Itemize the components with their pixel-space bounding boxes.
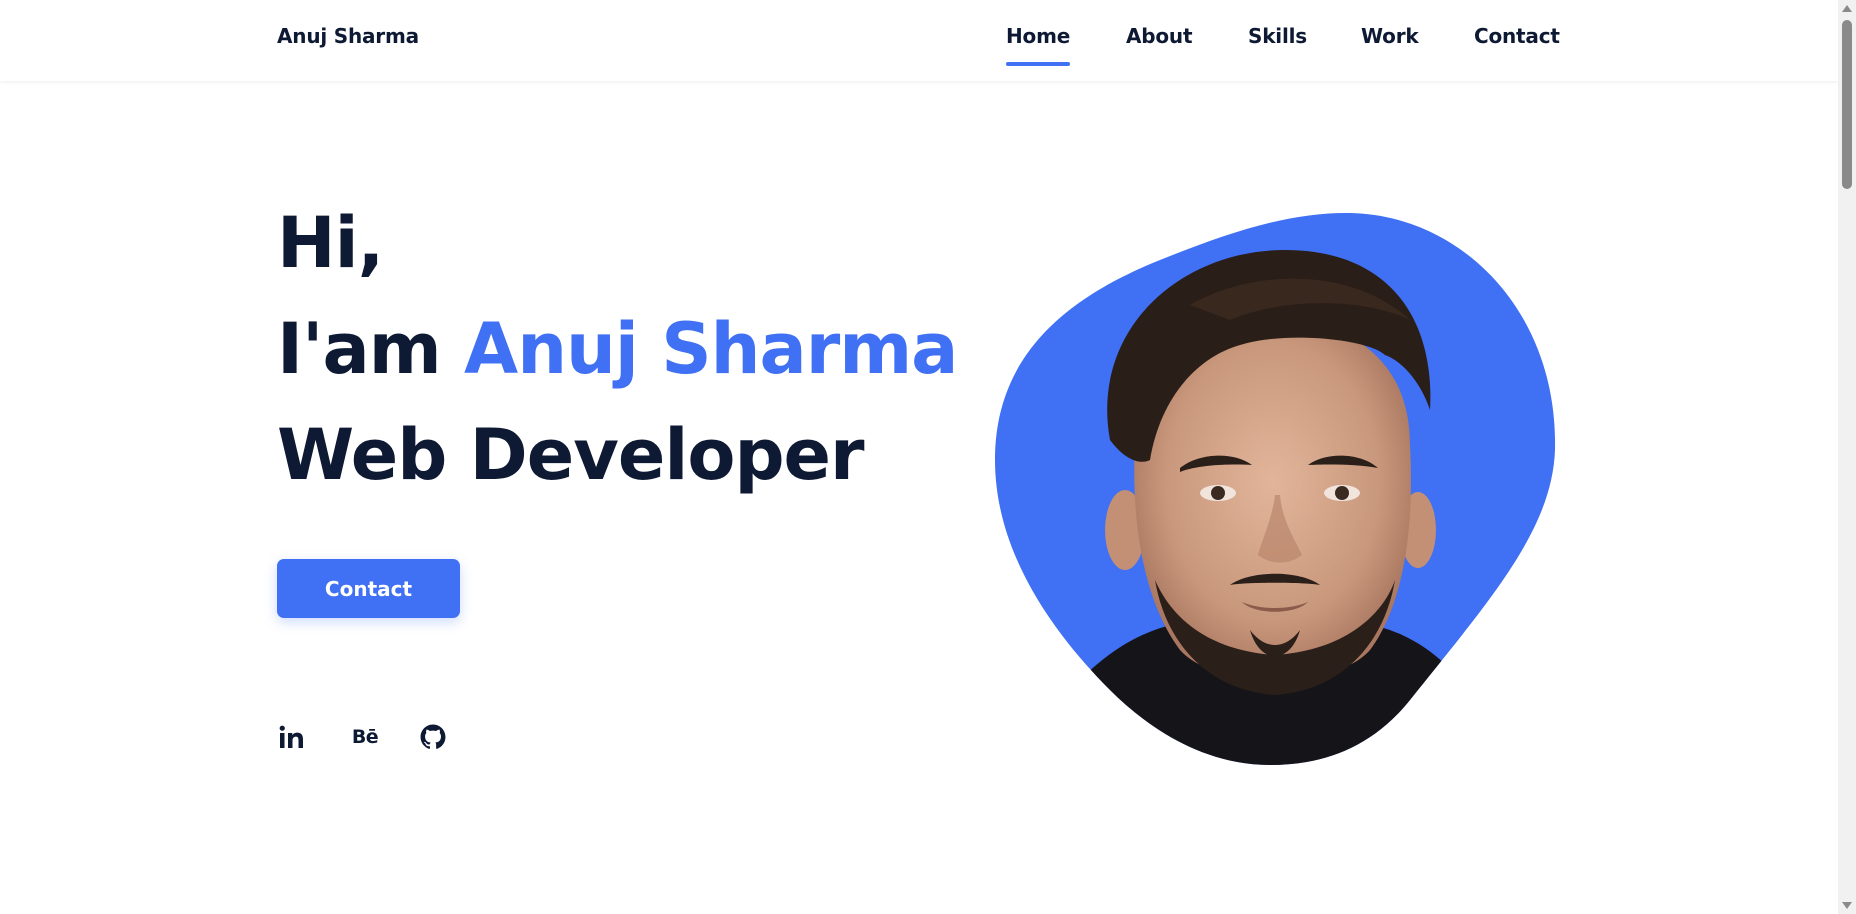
scrollbar-thumb[interactable] [1842, 20, 1852, 189]
nav-active-indicator [1006, 62, 1071, 66]
nav-contact-label: Contact [1474, 24, 1560, 48]
behance-icon: Bē [351, 726, 379, 748]
contact-button[interactable]: Contact [277, 559, 460, 618]
profile-portrait [995, 212, 1556, 765]
nav-skills[interactable]: Skills [1248, 24, 1307, 48]
main-nav: Home About Skills Work Contact [0, 24, 1838, 68]
github-link[interactable] [418, 722, 448, 752]
linkedin-icon [279, 725, 303, 748]
nav-contact[interactable]: Contact [1474, 24, 1560, 48]
nav-about-label: About [1126, 24, 1193, 48]
nav-work[interactable]: Work [1361, 24, 1419, 48]
hero-intro: I'am Anuj Sharma [277, 314, 958, 384]
portfolio-page: Anuj Sharma Home About Skills Work Conta… [0, 0, 1856, 914]
hero-name: Anuj Sharma [464, 308, 958, 390]
nav-home-label: Home [1006, 24, 1071, 48]
linkedin-link[interactable] [277, 722, 307, 752]
site-header: Anuj Sharma Home About Skills Work Conta… [0, 0, 1838, 81]
nav-work-label: Work [1361, 24, 1419, 48]
nav-skills-label: Skills [1248, 24, 1307, 48]
page-scrollbar[interactable] [1838, 0, 1856, 914]
hero-greeting: Hi, [277, 202, 384, 284]
nav-about[interactable]: About [1126, 24, 1193, 48]
scroll-up-icon[interactable] [1842, 5, 1852, 12]
contact-button-label: Contact [324, 576, 413, 601]
nav-home[interactable]: Home [1006, 24, 1071, 66]
hero-role: Web Developer [277, 414, 865, 496]
hero-intro-prefix: I'am [277, 308, 465, 390]
behance-link[interactable]: Bē [347, 722, 383, 752]
github-icon [420, 724, 446, 749]
scroll-down-icon[interactable] [1842, 902, 1852, 909]
